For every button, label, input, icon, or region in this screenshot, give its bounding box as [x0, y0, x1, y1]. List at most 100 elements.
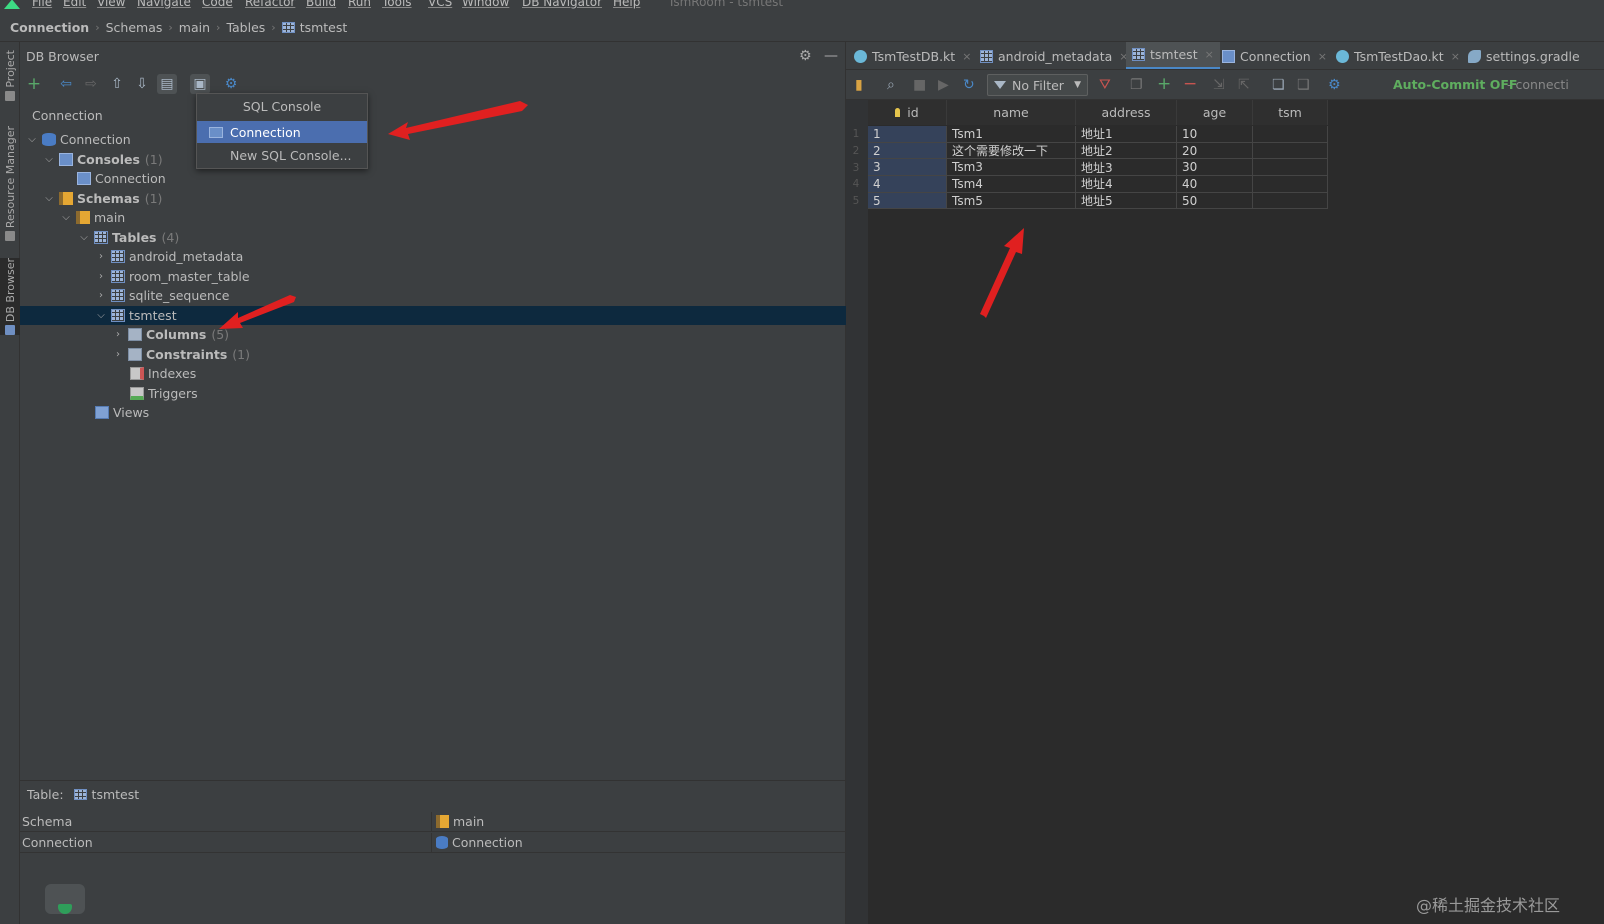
close-icon[interactable]: ×: [1451, 50, 1460, 63]
breadcrumb-tables[interactable]: Tables: [226, 20, 265, 35]
column-header-age[interactable]: age: [1177, 100, 1253, 125]
filter-dropdown[interactable]: No Filter ▼: [987, 74, 1088, 96]
lock-icon[interactable]: ▮: [855, 77, 863, 93]
breadcrumb-schemas[interactable]: Schemas: [106, 20, 163, 35]
menu-refactor[interactable]: Refactor: [245, 0, 295, 9]
menu-help[interactable]: Help: [613, 0, 640, 9]
expand-all-icon[interactable]: ⇧: [107, 74, 127, 94]
chevron-right-icon[interactable]: ›: [95, 271, 107, 282]
cell-address[interactable]: 地址3: [1076, 159, 1177, 177]
menu-db-navigator[interactable]: DB Navigator: [522, 0, 602, 9]
tree-node-columns[interactable]: › Columns (5): [20, 325, 846, 345]
gear-icon[interactable]: ⚙: [799, 48, 812, 64]
close-icon[interactable]: ×: [1318, 50, 1327, 63]
tree-node-indexes[interactable]: Indexes: [20, 364, 846, 384]
tree-node-tsmtest[interactable]: ⌵ tsmtest: [20, 305, 846, 325]
cell-age[interactable]: 40: [1177, 176, 1253, 193]
minimize-icon[interactable]: —: [824, 48, 838, 64]
menu-file[interactable]: File: [32, 0, 52, 9]
rollback-icon[interactable]: ⇱: [1238, 77, 1250, 93]
cell-id[interactable]: 2: [868, 142, 947, 160]
chevron-down-icon[interactable]: ⌵: [78, 232, 90, 243]
add-connection-button[interactable]: +: [24, 74, 44, 94]
tree-node-sqlite-sequence[interactable]: › sqlite_sequence: [20, 286, 846, 306]
autocommit-toggle[interactable]: Auto-Commit OFF: [1393, 77, 1517, 92]
cell-tsm[interactable]: [1253, 159, 1328, 177]
cell-tsm[interactable]: [1253, 176, 1328, 193]
cell-name[interactable]: Tsm1: [947, 126, 1076, 143]
clear-filter-icon[interactable]: ⛛: [1099, 77, 1111, 93]
popup-item-new-sql-console[interactable]: New SQL Console...: [197, 144, 367, 166]
breadcrumb-main[interactable]: main: [179, 20, 210, 35]
tree-node-connection[interactable]: ⌵ Connection: [20, 130, 846, 150]
chevron-down-icon[interactable]: ⌵: [43, 193, 55, 204]
add-row-button[interactable]: +: [1157, 74, 1171, 94]
side-tab-resource-manager[interactable]: Resource Manager: [0, 126, 20, 242]
tree-node-android-metadata[interactable]: › android_metadata: [20, 247, 846, 267]
tree-node-console-connection[interactable]: Connection: [20, 169, 846, 189]
cell-name[interactable]: Tsm5: [947, 192, 1076, 210]
chevron-down-icon[interactable]: ⌵: [95, 310, 107, 321]
stop-icon[interactable]: ■: [913, 77, 926, 93]
menu-tools[interactable]: Tools: [382, 0, 412, 9]
tree-node-triggers[interactable]: Triggers: [20, 384, 846, 404]
commit-icon[interactable]: ⇲: [1213, 77, 1225, 93]
table-row[interactable]: 5 Tsm5 地址5 50: [868, 192, 1328, 210]
duplicate-icon[interactable]: ❐: [1130, 77, 1143, 93]
chevron-down-icon[interactable]: ⌵: [43, 154, 55, 165]
chevron-right-icon[interactable]: ›: [95, 251, 107, 262]
column-header-tsm[interactable]: tsm: [1253, 100, 1328, 125]
open-sql-console-button[interactable]: ▣: [190, 74, 210, 94]
chevron-down-icon[interactable]: ⌵: [60, 212, 72, 223]
cell-age[interactable]: 30: [1177, 159, 1253, 177]
tree-node-main[interactable]: ⌵ main: [20, 208, 846, 228]
tab-settings-gradle[interactable]: settings.gradle: [1468, 42, 1580, 69]
cell-address[interactable]: 地址1: [1076, 126, 1177, 143]
table-row[interactable]: 1 Tsm1 地址1 10: [868, 126, 1328, 143]
breadcrumb-connection[interactable]: Connection: [10, 20, 89, 35]
copy-icon[interactable]: ❏: [1272, 77, 1285, 93]
menu-view[interactable]: View: [97, 0, 125, 9]
cell-name[interactable]: Tsm3: [947, 159, 1076, 177]
column-header-id[interactable]: id: [868, 100, 947, 125]
tree-node-tables[interactable]: ⌵ Tables (4): [20, 228, 846, 248]
cell-tsm[interactable]: [1253, 192, 1328, 210]
collapse-all-icon[interactable]: ⇩: [132, 74, 152, 94]
table-row[interactable]: 2 这个需要修改一下 地址2 20: [868, 142, 1328, 160]
close-icon[interactable]: ×: [962, 50, 971, 63]
tab-tsmtestdb-kt[interactable]: TsmTestDB.kt ×: [854, 42, 975, 69]
cell-id[interactable]: 3: [868, 159, 947, 177]
menu-vcs[interactable]: VCS: [428, 0, 452, 9]
cell-tsm[interactable]: [1253, 142, 1328, 160]
tab-android-metadata[interactable]: android_metadata ×: [980, 42, 1133, 69]
tree-node-schemas[interactable]: ⌵ Schemas (1): [20, 189, 846, 209]
tree-node-views[interactable]: Views: [20, 403, 846, 423]
delete-row-button[interactable]: −: [1183, 74, 1197, 94]
popup-item-connection[interactable]: Connection: [197, 121, 367, 143]
side-tab-db-browser[interactable]: DB Browser: [0, 258, 20, 336]
forward-arrow-icon[interactable]: ⇨: [81, 74, 101, 94]
table-row[interactable]: 4 Tsm4 地址4 40: [868, 176, 1328, 193]
tab-connection[interactable]: Connection ×: [1222, 42, 1331, 69]
cell-age[interactable]: 50: [1177, 192, 1253, 210]
chevron-right-icon[interactable]: ›: [112, 329, 124, 340]
details-value[interactable]: main: [432, 814, 484, 829]
menu-code[interactable]: Code: [202, 0, 233, 9]
cell-address[interactable]: 地址4: [1076, 176, 1177, 193]
cell-age[interactable]: 10: [1177, 126, 1253, 143]
menu-navigate[interactable]: Navigate: [137, 0, 191, 9]
cell-id[interactable]: 5: [868, 192, 947, 210]
cell-id[interactable]: 4: [868, 176, 947, 193]
menu-run[interactable]: Run: [348, 0, 371, 9]
breadcrumb-tsmtest[interactable]: tsmtest: [281, 20, 347, 35]
cell-name[interactable]: 这个需要修改一下: [947, 142, 1076, 160]
popup-item-sql-console[interactable]: SQL Console: [197, 95, 367, 117]
tab-tsmtest[interactable]: tsmtest ×: [1126, 42, 1220, 69]
side-tab-project[interactable]: Project: [0, 50, 20, 101]
refresh-icon[interactable]: ↻: [963, 77, 975, 93]
close-icon[interactable]: ×: [1205, 48, 1214, 61]
chevron-down-icon[interactable]: ⌵: [26, 134, 38, 145]
menu-window[interactable]: Window: [462, 0, 509, 9]
column-header-address[interactable]: address: [1076, 100, 1177, 125]
run-icon[interactable]: ▶: [938, 77, 949, 93]
